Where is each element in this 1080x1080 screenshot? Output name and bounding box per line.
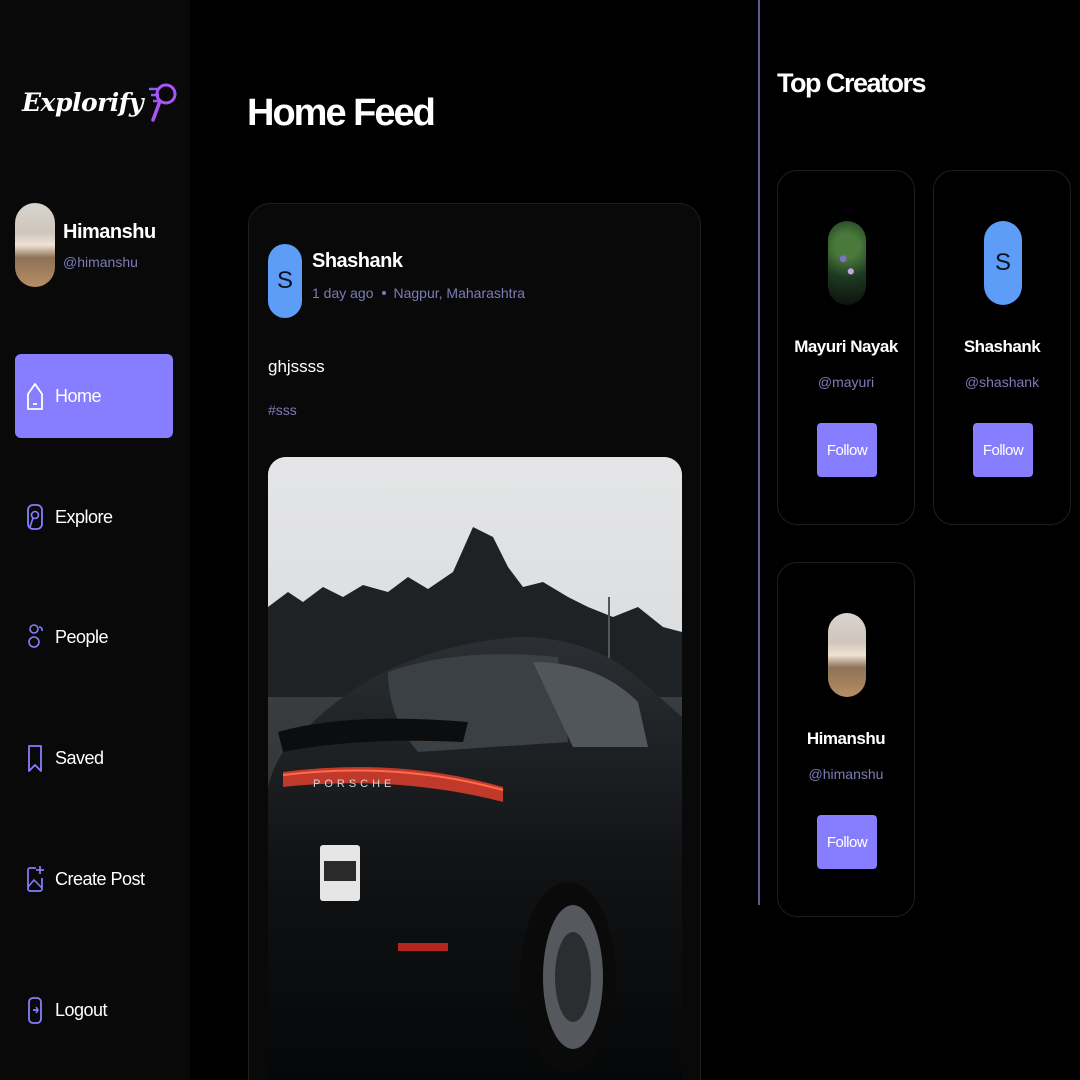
top-creators-title: Top Creators [777,68,927,98]
nav-label-create-post: Create Post [55,868,145,889]
user-name: Himanshu [63,220,156,243]
meta-separator-dot [381,291,386,295]
logo-magnifier-icon [149,83,177,122]
nav-item-home[interactable]: Home [15,354,173,438]
post-meta: 1 day ago Nagpur, Maharashtra [312,285,525,301]
post-author-name[interactable]: Shashank [312,250,525,273]
user-avatar [15,203,55,287]
creator-name: Mayuri Nayak [794,337,898,356]
nav-item-explore[interactable]: Explore [15,475,173,559]
creator-handle: @mayuri [817,374,875,390]
creator-card[interactable]: Mayuri Nayak @mayuri Follow [777,170,915,525]
explore-icon [27,504,43,530]
nav-label-home: Home [55,385,102,406]
creator-name: Himanshu [806,729,886,748]
follow-button[interactable]: Follow [973,423,1033,477]
follow-button[interactable]: Follow [817,815,877,869]
nav-label-logout: Logout [55,999,108,1020]
post-card: S Shashank 1 day ago Nagpur, Maharashtra… [248,203,701,1080]
svg-text:PORSCHE: PORSCHE [313,778,395,790]
nav-item-people[interactable]: People [15,595,173,679]
current-user-profile[interactable]: Himanshu @himanshu [15,203,156,287]
creator-avatar [828,221,866,305]
nav-item-logout[interactable]: Logout [15,968,173,1052]
creator-avatar [828,613,866,697]
post-time: 1 day ago [312,285,374,301]
nav-item-create-post[interactable]: Create Post [15,837,173,921]
logout-icon [28,997,42,1024]
bookmark-icon [28,745,42,772]
nav-item-saved[interactable]: Saved [15,716,173,800]
creator-card[interactable]: S Shashank @shashank Follow [933,170,1071,525]
nav-label-people: People [55,626,109,647]
post-hashtag[interactable]: #sss [268,402,297,418]
car-photo: PORSCHE [268,457,682,1080]
app-logo[interactable]: Explorify [22,80,179,124]
creator-handle: @himanshu [808,766,884,782]
follow-button[interactable]: Follow [817,423,877,477]
create-post-icon [27,866,44,892]
post-author-avatar[interactable]: S [268,244,302,318]
post-caption: ghjssss [268,357,325,376]
left-sidebar: Explorify Himanshu @himanshu Home Explor… [0,0,190,1080]
app-logo-text: Explorify [22,87,144,117]
creator-avatar: S [984,221,1022,305]
creator-name: Shashank [963,337,1041,356]
user-handle: @himanshu [63,253,138,270]
page-title: Home Feed [247,92,436,134]
post-image[interactable]: PORSCHE [268,457,682,1080]
post-header: S Shashank 1 day ago Nagpur, Maharashtra [268,244,525,318]
nav-label-saved: Saved [55,747,104,768]
creator-card[interactable]: Himanshu @himanshu Follow [777,562,915,917]
home-icon [27,383,43,410]
post-location: Nagpur, Maharashtra [393,285,526,301]
nav-label-explore: Explore [55,506,113,527]
people-icon [28,624,43,648]
panel-divider [758,0,760,905]
creator-handle: @shashank [964,374,1040,390]
